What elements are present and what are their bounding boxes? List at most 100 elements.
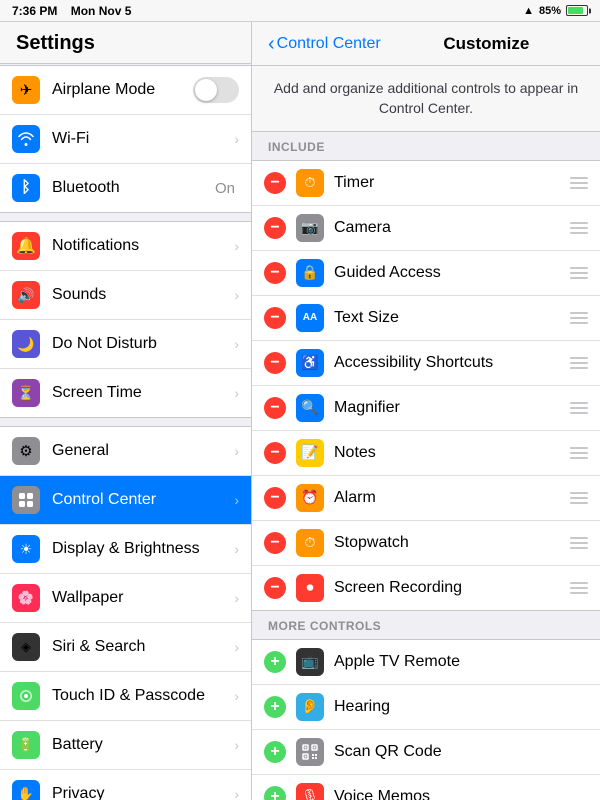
settings-item-wifi[interactable]: Wi-Fi › [0,115,251,164]
control-item-magnifier[interactable]: − 🔍 Magnifier [252,386,600,431]
settings-item-controlcenter[interactable]: Control Center › [0,476,251,525]
add-scan-qr-button[interactable]: + [264,741,286,763]
text-size-drag-handle[interactable] [570,312,588,324]
wallpaper-label: Wallpaper [52,589,230,607]
siri-label: Siri & Search [52,638,230,656]
control-item-guided-access[interactable]: − 🔒 Guided Access [252,251,600,296]
wifi-chevron: › [234,131,239,147]
wifi-icon [12,125,40,153]
settings-item-battery[interactable]: 🔋 Battery › [0,721,251,770]
magnifier-drag-handle[interactable] [570,402,588,414]
settings-item-screentime[interactable]: ⏳ Screen Time › [0,369,251,417]
control-item-text-size[interactable]: − AA Text Size [252,296,600,341]
settings-item-airplane[interactable]: ✈ Airplane Mode [0,66,251,115]
settings-item-privacy[interactable]: ✋ Privacy › [0,770,251,800]
airplane-mode-label: Airplane Mode [52,81,193,99]
settings-item-display[interactable]: ☀ Display & Brightness › [0,525,251,574]
control-item-alarm[interactable]: − ⏰ Alarm [252,476,600,521]
settings-item-siri[interactable]: ◈ Siri & Search › [0,623,251,672]
settings-item-dnd[interactable]: 🌙 Do Not Disturb › [0,320,251,369]
remove-camera-button[interactable]: − [264,217,286,239]
stopwatch-label: Stopwatch [334,534,562,552]
remove-guided-access-button[interactable]: − [264,262,286,284]
wifi-icon: ▲ [523,5,534,17]
dnd-label: Do Not Disturb [52,335,230,353]
settings-item-sounds[interactable]: 🔊 Sounds › [0,271,251,320]
touchid-icon [12,682,40,710]
screentime-icon: ⏳ [12,379,40,407]
toggle-knob [195,79,217,101]
camera-drag-handle[interactable] [570,222,588,234]
control-item-appletv[interactable]: + 📺 Apple TV Remote [252,640,600,685]
remove-alarm-button[interactable]: − [264,487,286,509]
screentime-label: Screen Time [52,384,230,402]
sounds-chevron: › [234,287,239,303]
remove-accessibility-button[interactable]: − [264,352,286,374]
timer-drag-handle[interactable] [570,177,588,189]
control-item-scan-qr[interactable]: + [252,730,600,775]
battery-label: Battery [52,736,230,754]
notifications-icon: 🔔 [12,232,40,260]
settings-group-network: ✈ Airplane Mode Wi-Fi › ᛒ [0,65,251,213]
privacy-icon: ✋ [12,780,40,800]
accessibility-drag-handle[interactable] [570,357,588,369]
control-item-accessibility[interactable]: − ♿ Accessibility Shortcuts [252,341,600,386]
control-item-screen-recording[interactable]: − ⏺ Screen Recording [252,566,600,610]
add-hearing-button[interactable]: + [264,696,286,718]
control-item-voice-memos[interactable]: + 🎙 Voice Memos [252,775,600,800]
guided-access-drag-handle[interactable] [570,267,588,279]
remove-screen-recording-button[interactable]: − [264,577,286,599]
remove-stopwatch-button[interactable]: − [264,532,286,554]
main-layout: Settings ✈ Airplane Mode Wi-Fi [0,22,600,800]
scan-qr-icon [296,738,324,766]
airplane-mode-toggle[interactable] [193,77,239,103]
settings-item-touchid[interactable]: Touch ID & Passcode › [0,672,251,721]
camera-label: Camera [334,219,562,237]
settings-title: Settings [0,22,251,64]
touchid-chevron: › [234,688,239,704]
screen-recording-drag-handle[interactable] [570,582,588,594]
privacy-chevron: › [234,786,239,800]
guided-access-label: Guided Access [334,264,562,282]
remove-text-size-button[interactable]: − [264,307,286,329]
status-right: ▲ 85% [523,5,588,17]
right-panel: ‹ Control Center Customize Add and organ… [252,22,600,800]
add-appletv-button[interactable]: + [264,651,286,673]
settings-group-general: ⚙ General › Control Center › ☀ D [0,426,251,800]
scan-qr-label: Scan QR Code [334,743,588,761]
general-icon: ⚙ [12,437,40,465]
back-button[interactable]: ‹ Control Center [268,34,381,54]
display-label: Display & Brightness [52,540,230,558]
battery-percent: 85% [539,5,561,17]
include-list: − ⏱ Timer − 📷 Camera [252,160,600,611]
settings-item-general[interactable]: ⚙ General › [0,427,251,476]
battery-icon [566,5,588,16]
control-item-camera[interactable]: − 📷 Camera [252,206,600,251]
timer-label: Timer [334,174,562,192]
stopwatch-drag-handle[interactable] [570,537,588,549]
right-panel-title: Customize [389,34,584,54]
magnifier-icon: 🔍 [296,394,324,422]
settings-item-wallpaper[interactable]: 🌸 Wallpaper › [0,574,251,623]
screen-recording-icon: ⏺ [296,574,324,602]
alarm-drag-handle[interactable] [570,492,588,504]
control-item-hearing[interactable]: + 👂 Hearing [252,685,600,730]
remove-magnifier-button[interactable]: − [264,397,286,419]
control-item-notes[interactable]: − 📝 Notes [252,431,600,476]
display-chevron: › [234,541,239,557]
settings-item-notifications[interactable]: 🔔 Notifications › [0,222,251,271]
settings-item-bluetooth[interactable]: ᛒ Bluetooth On [0,164,251,212]
right-content: Add and organize additional controls to … [252,66,600,800]
appletv-icon: 📺 [296,648,324,676]
notes-drag-handle[interactable] [570,447,588,459]
remove-timer-button[interactable]: − [264,172,286,194]
control-item-stopwatch[interactable]: − ⏱ Stopwatch [252,521,600,566]
controlcenter-label: Control Center [52,491,230,509]
hearing-label: Hearing [334,698,588,716]
sounds-icon: 🔊 [12,281,40,309]
remove-notes-button[interactable]: − [264,442,286,464]
add-voice-memos-button[interactable]: + [264,786,286,800]
accessibility-label: Accessibility Shortcuts [334,354,562,372]
voice-memos-icon: 🎙 [296,783,324,800]
control-item-timer[interactable]: − ⏱ Timer [252,161,600,206]
